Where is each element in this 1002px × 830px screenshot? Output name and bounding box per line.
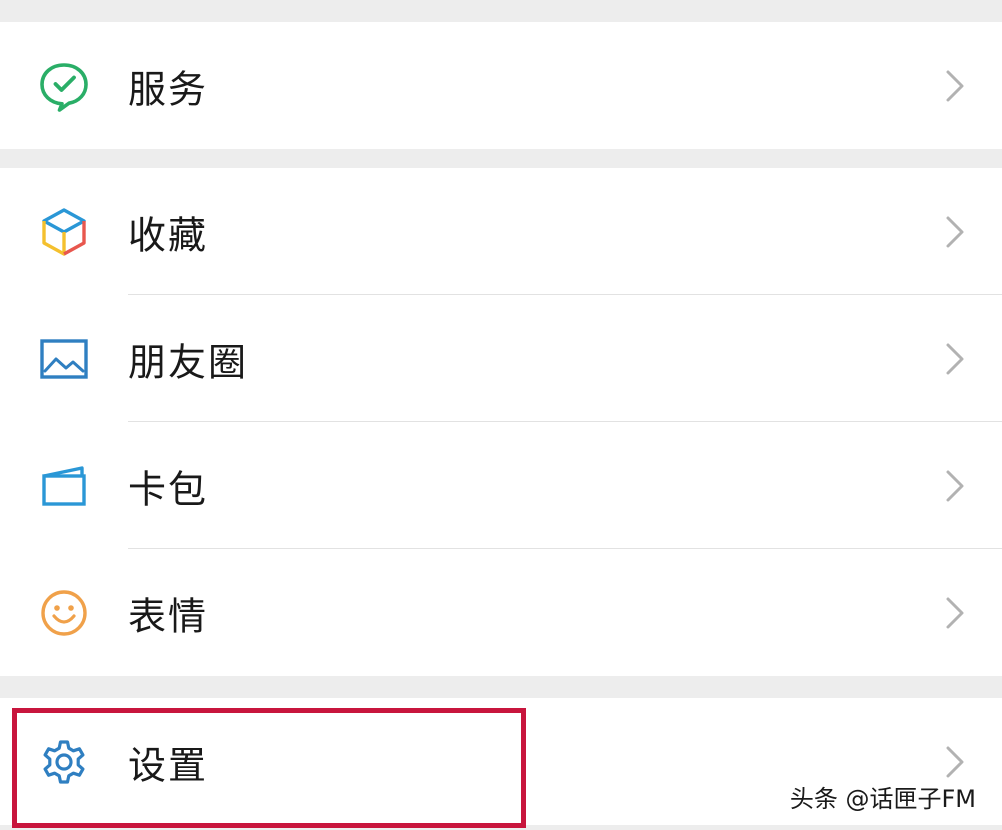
menu-item-moments[interactable]: 朋友圈 [0, 295, 1002, 422]
menu-item-card-wallet[interactable]: 卡包 [0, 422, 1002, 549]
menu-group-main: 收藏 朋友圈 卡包 表情 [0, 168, 1002, 676]
menu-item-label: 设置 [128, 743, 209, 787]
menu-item-stickers[interactable]: 表情 [0, 549, 1002, 676]
chevron-right-icon [944, 68, 966, 104]
menu-item-label: 收藏 [128, 213, 209, 257]
chevron-right-icon [944, 744, 966, 780]
sticker-smile-icon [36, 585, 92, 641]
menu-item-favorites[interactable]: 收藏 [0, 168, 1002, 295]
watermark-text: 头条 @话匣子FM [789, 785, 976, 813]
menu-group-services: 服务 [0, 22, 1002, 149]
chevron-right-icon [944, 341, 966, 377]
menu-item-label: 表情 [128, 594, 209, 638]
wechat-me-menu: 服务 收藏 朋友圈 卡包 表情 设置 头条 @话匣子FM [0, 0, 1002, 830]
menu-item-label: 朋友圈 [128, 340, 249, 384]
chevron-right-icon [944, 595, 966, 631]
service-check-icon [36, 58, 92, 114]
settings-gear-icon [36, 734, 92, 790]
menu-item-label: 卡包 [128, 467, 209, 511]
menu-item-label: 服务 [128, 67, 209, 111]
menu-item-services[interactable]: 服务 [0, 22, 1002, 149]
moments-image-icon [36, 331, 92, 387]
chevron-right-icon [944, 468, 966, 504]
card-wallet-icon [36, 458, 92, 514]
favorites-cube-icon [36, 204, 92, 260]
chevron-right-icon [944, 214, 966, 250]
